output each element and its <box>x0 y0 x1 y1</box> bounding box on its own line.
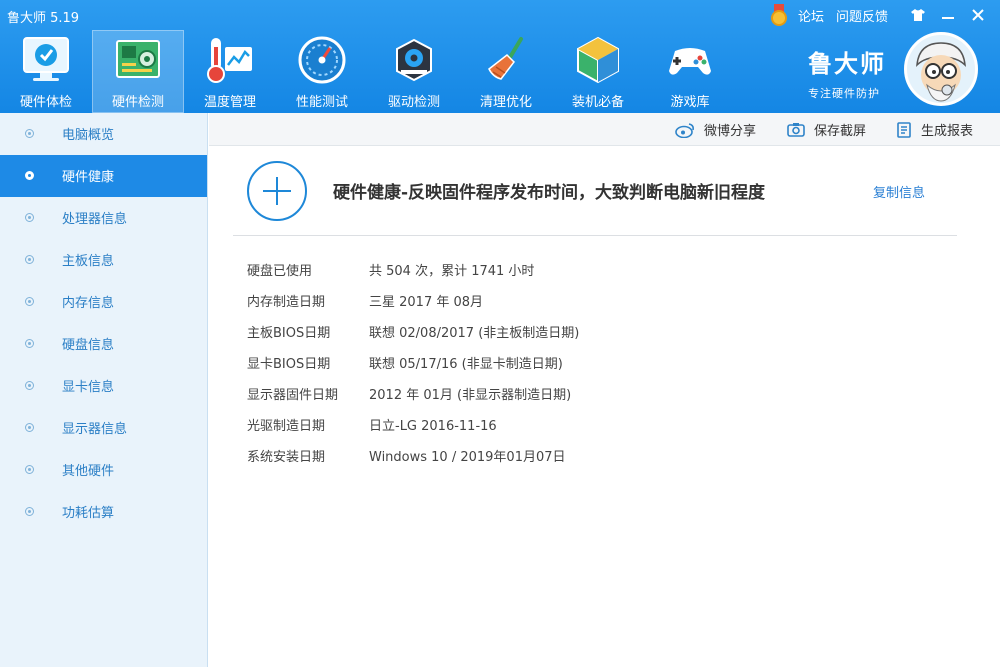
forum-link[interactable]: 论坛 <box>798 6 824 25</box>
sidebar-item-hardware-health[interactable]: 硬件健康 <box>0 155 207 197</box>
weibo-icon <box>675 122 694 138</box>
tab-hardware-checkup[interactable]: 硬件体检 <box>0 30 92 113</box>
circuit-board-icon <box>116 40 160 78</box>
info-key: 硬盘已使用 <box>247 264 313 279</box>
copy-info-link[interactable]: 复制信息 <box>873 182 925 201</box>
sidebar-item-label: 其他硬件 <box>62 464 115 479</box>
info-key: 显示器固件日期 <box>247 388 339 403</box>
sidebar-item-label: 处理器信息 <box>62 212 128 227</box>
save-screenshot-button[interactable]: 保存截屏 <box>787 113 866 146</box>
close-icon[interactable] <box>966 4 990 26</box>
app-title: 鲁大师 5.19 <box>7 11 80 26</box>
tab-label: 游戏库 <box>670 95 710 110</box>
title-bar: 鲁大师 5.19 论坛 问题反馈 硬件体检 硬件检测 温度管理 性能测试 驱动检… <box>0 0 1000 113</box>
bullet-icon <box>25 213 34 222</box>
bullet-icon <box>25 507 34 516</box>
mascot-face-icon <box>907 35 975 103</box>
sidebar-item-label: 功耗估算 <box>62 506 115 521</box>
bullet-icon <box>25 129 34 138</box>
camera-icon <box>787 123 805 137</box>
mascot-avatar[interactable] <box>904 32 978 106</box>
save-screenshot-label: 保存截屏 <box>814 124 867 139</box>
divider <box>233 235 957 236</box>
tab-cleanup[interactable]: 清理优化 <box>460 30 552 113</box>
sidebar-item-label: 显示器信息 <box>62 422 128 437</box>
page-title: 硬件健康-反映固件程序发布时间，大致判断电脑新旧程度 <box>333 183 766 203</box>
sidebar-item-power-estimate[interactable]: 功耗估算 <box>0 491 207 533</box>
tab-driver[interactable]: 驱动检测 <box>368 30 460 113</box>
feedback-link[interactable]: 问题反馈 <box>836 6 888 25</box>
sidebar: 电脑概览 硬件健康 处理器信息 主板信息 内存信息 硬盘信息 显卡信息 显示器信… <box>0 113 208 667</box>
tab-label: 性能测试 <box>295 95 348 110</box>
bullet-icon <box>25 255 34 264</box>
main-tabs: 硬件体检 硬件检测 温度管理 性能测试 驱动检测 清理优化 装机必备 游戏库 <box>0 30 736 113</box>
shirt-icon[interactable] <box>906 4 930 26</box>
sidebar-item-motherboard[interactable]: 主板信息 <box>0 239 207 281</box>
info-key: 系统安装日期 <box>247 450 326 465</box>
sidebar-item-disk[interactable]: 硬盘信息 <box>0 323 207 365</box>
info-value: Windows 10 / 2019年01月07日 <box>369 450 566 465</box>
tab-label: 清理优化 <box>479 95 532 110</box>
sidebar-item-processor[interactable]: 处理器信息 <box>0 197 207 239</box>
tab-performance[interactable]: 性能测试 <box>276 30 368 113</box>
tab-label: 装机必备 <box>571 95 624 110</box>
sidebar-item-label: 显卡信息 <box>62 380 115 395</box>
info-value: 联想 05/17/16 (非显卡制造日期) <box>369 357 563 372</box>
bullet-icon <box>25 297 34 306</box>
tab-label: 硬件体检 <box>19 95 72 110</box>
package-box-icon <box>577 36 619 84</box>
sidebar-item-overview[interactable]: 电脑概览 <box>0 113 207 155</box>
speedometer-icon <box>298 36 346 84</box>
main-content: 硬件健康-反映固件程序发布时间，大致判断电脑新旧程度 复制信息 硬盘已使用 共 … <box>209 146 1000 667</box>
info-key: 主板BIOS日期 <box>247 326 331 341</box>
sidebar-item-other-hardware[interactable]: 其他硬件 <box>0 449 207 491</box>
bullet-icon <box>25 339 34 348</box>
monitor-check-icon <box>23 37 69 81</box>
bullet-icon <box>25 465 34 474</box>
driver-gear-icon <box>396 38 432 82</box>
content-toolbar: 微博分享 保存截屏 生成报表 <box>209 113 1000 146</box>
tab-temperature[interactable]: 温度管理 <box>184 30 276 113</box>
generate-report-button[interactable]: 生成报表 <box>896 113 973 146</box>
info-value: 共 504 次，累计 1741 小时 <box>369 264 535 279</box>
sidebar-item-label: 硬盘信息 <box>62 338 115 353</box>
sidebar-item-monitor[interactable]: 显示器信息 <box>0 407 207 449</box>
tab-hardware-detection[interactable]: 硬件检测 <box>92 30 184 113</box>
info-value: 三星 2017 年 08月 <box>369 295 484 310</box>
plus-circle-icon <box>247 161 307 221</box>
thermometer-icon <box>207 38 252 83</box>
minimize-icon[interactable] <box>936 4 960 26</box>
brand: 鲁大师 专注硬件防护 <box>808 44 886 101</box>
info-value: 2012 年 01月 (非显示器制造日期) <box>369 388 572 403</box>
brand-name: 鲁大师 <box>808 50 886 78</box>
generate-report-label: 生成报表 <box>921 124 974 139</box>
medal-icon[interactable] <box>770 4 788 26</box>
sidebar-item-label: 电脑概览 <box>62 128 115 143</box>
tab-essentials[interactable]: 装机必备 <box>552 30 644 113</box>
broom-icon <box>488 37 523 80</box>
info-key: 显卡BIOS日期 <box>247 357 331 372</box>
bullet-icon <box>25 381 34 390</box>
sidebar-item-label: 主板信息 <box>62 254 115 269</box>
tab-label: 温度管理 <box>203 95 256 110</box>
tab-games[interactable]: 游戏库 <box>644 30 736 113</box>
report-icon <box>897 121 911 138</box>
weibo-share-button[interactable]: 微博分享 <box>675 113 756 146</box>
bullet-icon <box>25 423 34 432</box>
info-value: 联想 02/08/2017 (非主板制造日期) <box>369 326 580 341</box>
info-key: 光驱制造日期 <box>247 419 326 434</box>
tab-label: 驱动检测 <box>387 95 440 110</box>
sidebar-item-label: 内存信息 <box>62 296 115 311</box>
sidebar-item-graphics[interactable]: 显卡信息 <box>0 365 207 407</box>
info-value: 日立-LG 2016-11-16 <box>369 419 497 434</box>
brand-slogan: 专注硬件防护 <box>808 87 880 100</box>
info-key: 内存制造日期 <box>247 295 326 310</box>
gamepad-icon <box>669 48 711 75</box>
sidebar-item-label: 硬件健康 <box>62 170 115 185</box>
tab-label: 硬件检测 <box>111 95 164 110</box>
bullet-icon <box>25 171 34 180</box>
sidebar-item-memory[interactable]: 内存信息 <box>0 281 207 323</box>
weibo-share-label: 微博分享 <box>704 124 757 139</box>
top-links: 论坛 问题反馈 <box>770 4 990 26</box>
